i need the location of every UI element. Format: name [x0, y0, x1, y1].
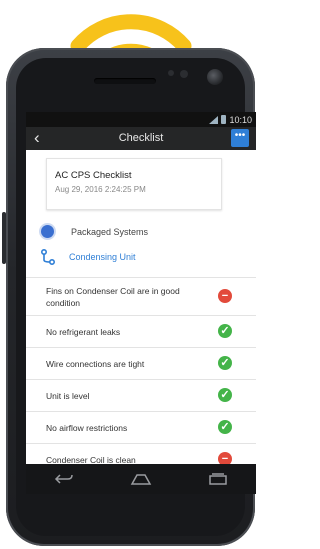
- section-label: Condensing Unit: [69, 252, 136, 262]
- battery-icon: [221, 115, 227, 124]
- checklist-card[interactable]: AC CPS Checklist Aug 29, 2016 2:24:25 PM: [46, 158, 222, 210]
- item-label: Fins on Condenser Coil are in good condi…: [46, 286, 180, 308]
- branch-icon: [41, 249, 55, 265]
- status-bar: 10:10: [26, 112, 256, 127]
- check-icon: ✓: [218, 324, 232, 338]
- android-nav-bar: [26, 464, 256, 494]
- checklist-item[interactable]: No refrigerant leaks ✓: [26, 316, 256, 348]
- item-label: Unit is level: [46, 391, 90, 401]
- page-title: Checklist: [118, 132, 164, 144]
- more-horiz-icon[interactable]: •••: [231, 129, 249, 147]
- section-label: Packaged Systems: [71, 227, 149, 237]
- item-label: No refrigerant leaks: [46, 327, 121, 337]
- checklist-item[interactable]: No airflow restrictions ✓: [26, 412, 256, 444]
- item-label: No airflow restrictions: [46, 423, 128, 433]
- app-bar: ‹ Checklist •••: [26, 127, 256, 150]
- check-icon: ✓: [218, 420, 232, 434]
- section-packaged-systems[interactable]: Packaged Systems: [26, 219, 256, 247]
- checklist-items: Fins on Condenser Coil are in good condi…: [26, 277, 256, 476]
- checklist-item[interactable]: Fins on Condenser Coil are in good condi…: [26, 278, 256, 316]
- proximity-sensor: [168, 70, 174, 76]
- fail-icon: −: [218, 289, 232, 303]
- recents-nav-icon[interactable]: [207, 471, 229, 487]
- light-sensor: [180, 70, 188, 78]
- front-camera: [207, 69, 223, 85]
- earpiece: [94, 78, 156, 84]
- clock: 10:10: [229, 114, 252, 125]
- checklist-item[interactable]: Unit is level ✓: [26, 380, 256, 412]
- signal-icon: [209, 115, 219, 124]
- home-nav-icon[interactable]: [130, 471, 152, 487]
- checklist-title: AC CPS Checklist: [55, 170, 132, 181]
- check-icon: ✓: [218, 356, 232, 370]
- back-nav-icon[interactable]: [53, 471, 75, 487]
- phone-screen: 10:10 ‹ Checklist ••• AC CPS Checklist A…: [26, 112, 256, 494]
- checklist-item[interactable]: Wire connections are tight ✓: [26, 348, 256, 380]
- check-icon: ✓: [218, 388, 232, 402]
- checklist-date: Aug 29, 2016 2:24:25 PM: [55, 185, 146, 194]
- item-label: Wire connections are tight: [46, 359, 145, 369]
- volume-button: [2, 212, 6, 264]
- circle-dot-icon: [41, 225, 54, 238]
- section-condensing-unit[interactable]: Condensing Unit: [26, 247, 256, 275]
